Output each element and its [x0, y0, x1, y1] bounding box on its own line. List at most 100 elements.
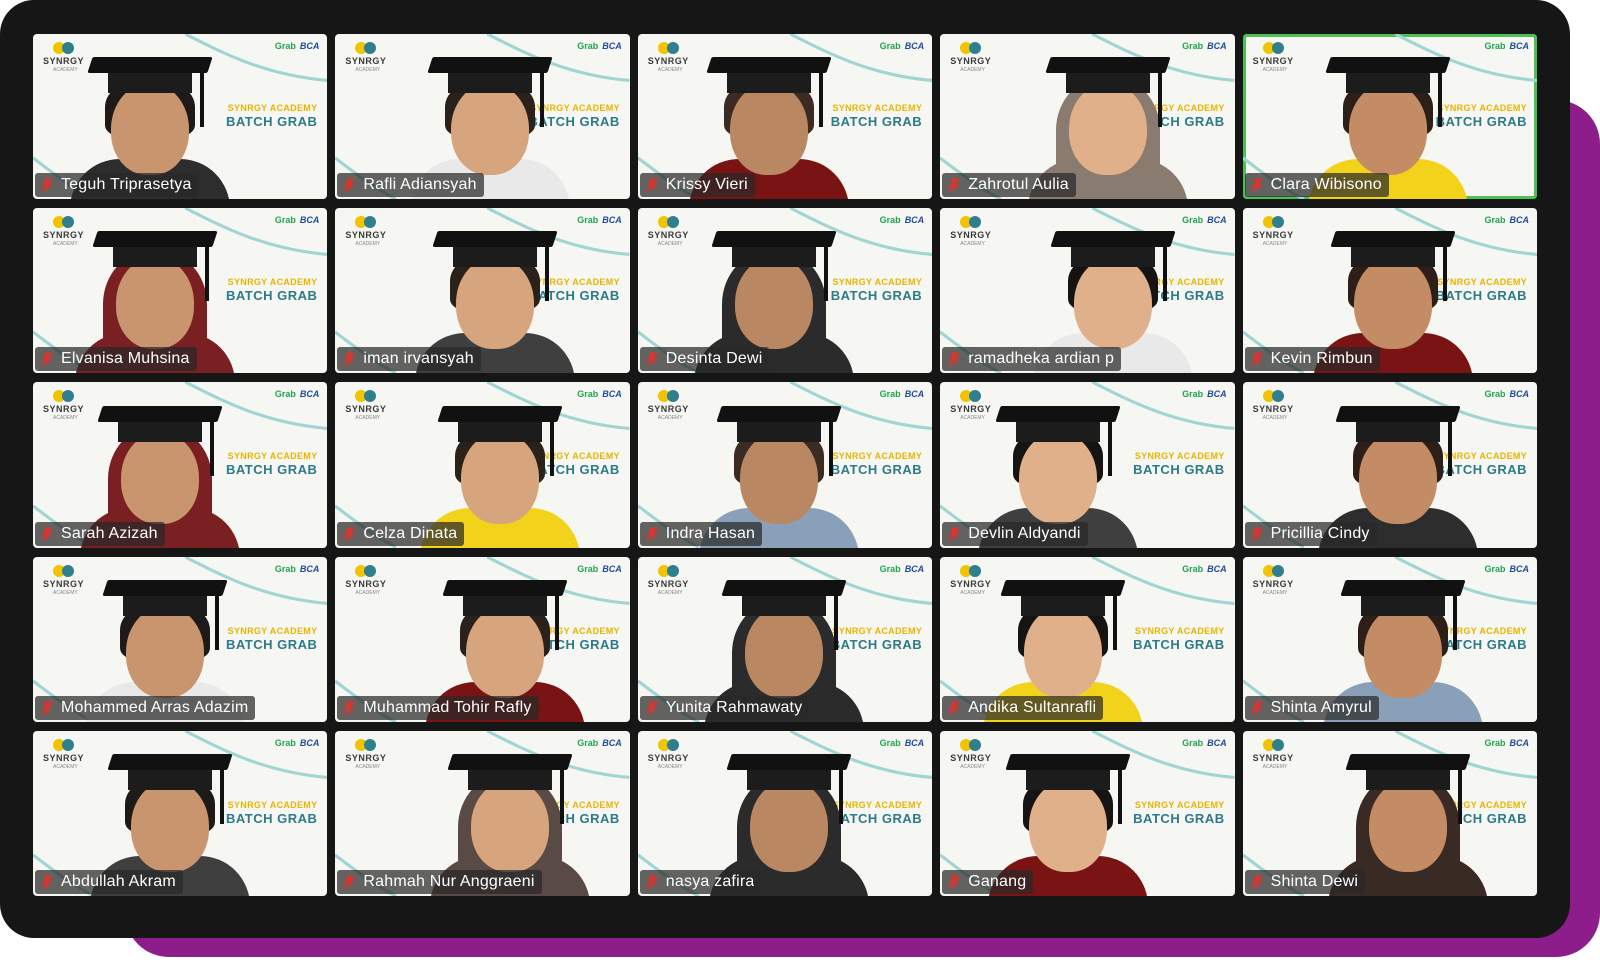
participant-tile[interactable]: SYNRGY ACADEMY Grab BCA SYNRGY ACADEMY BA… — [33, 34, 328, 200]
logo-text: SYNRGY — [1252, 578, 1294, 589]
participant-tile[interactable]: SYNRGY ACADEMY Grab BCA SYNRGY ACADEMY BA… — [33, 382, 328, 548]
participant-tile[interactable]: SYNRGY ACADEMY Grab BCA SYNRGY ACADEMY BA… — [335, 556, 630, 722]
participant-tile[interactable]: SYNRGY ACADEMY Grab BCA SYNRGY ACADEMY BA… — [335, 382, 630, 548]
graduation-cap-icon — [107, 753, 233, 770]
bca-logo: BCA — [1509, 389, 1529, 400]
graduation-cap-crown — [1071, 245, 1156, 268]
participant-tile[interactable]: SYNRGY ACADEMY Grab BCA SYNRGY ACADEMY BA… — [940, 34, 1235, 200]
participant-tile[interactable]: SYNRGY ACADEMY Grab BCA SYNRGY ACADEMY BA… — [1242, 556, 1537, 722]
graduation-cap-icon — [92, 231, 218, 248]
logo-text: SYNRGY — [647, 752, 689, 763]
graduation-cap-icon — [431, 231, 558, 248]
synrgy-logo: SYNRGY ACADEMY — [950, 216, 1010, 248]
logo-subtext: ACADEMY — [1262, 241, 1288, 248]
synrgy-logo-mark-icon — [657, 564, 680, 577]
batch-banner: SYNRGY ACADEMY BATCH GRAB — [225, 104, 318, 129]
sponsor-logos: Grab BCA — [577, 215, 622, 225]
participant-face — [111, 83, 190, 176]
graduation-cap-icon — [1325, 57, 1451, 74]
participant-tile[interactable]: SYNRGY ACADEMY Grab BCA SYNRGY ACADEMY BA… — [33, 730, 328, 896]
graduation-cap-icon — [995, 405, 1121, 422]
cap-tassel — [1452, 587, 1457, 650]
participant-face — [126, 605, 205, 698]
participant-name-tag: Pricillia Cindy — [1244, 521, 1377, 546]
graduation-cap-icon — [1345, 753, 1471, 770]
bca-logo: BCA — [1207, 215, 1227, 226]
graduation-cap-crown — [1345, 71, 1430, 94]
participant-tile[interactable]: SYNRGY ACADEMY Grab BCA SYNRGY ACADEMY BA… — [1242, 730, 1537, 896]
grab-logo: Grab — [879, 737, 901, 748]
participant-tile[interactable]: SYNRGY ACADEMY Grab BCA SYNRGY ACADEMY BA… — [33, 556, 328, 722]
participant-face — [450, 83, 529, 176]
grab-logo: Grab — [274, 389, 296, 400]
cap-tassel — [554, 587, 559, 650]
logo-subtext: ACADEMY — [53, 415, 78, 422]
participant-tile[interactable]: SYNRGY ACADEMY Grab BCA SYNRGY ACADEMY BA… — [940, 730, 1235, 896]
participant-name: Elvanisa Muhsina — [61, 350, 190, 368]
participant-face — [1024, 605, 1103, 698]
participant-name: Muhammad Tohir Rafly — [363, 698, 532, 716]
graduation-cap-icon — [441, 579, 568, 596]
participant-name-tag: iman irvansyah — [337, 347, 481, 372]
sponsor-logos: Grab BCA — [275, 738, 320, 748]
participant-tile[interactable]: SYNRGY ACADEMY Grab BCA SYNRGY ACADEMY BA… — [637, 208, 933, 374]
graduation-cap-crown — [118, 419, 203, 442]
synrgy-logo: SYNRGY ACADEMY — [950, 42, 1010, 73]
bca-logo: BCA — [904, 215, 925, 226]
graduation-cap-crown — [1026, 767, 1111, 790]
participant-face — [749, 779, 828, 872]
participant-name-tag: Rahmah Nur Anggraeni — [337, 869, 542, 894]
logo-text: SYNRGY — [345, 56, 387, 66]
synrgy-logo-mark-icon — [1262, 564, 1285, 577]
banner-line-2: BATCH GRAB — [225, 114, 318, 129]
participant-name-tag: Indra Hasan — [639, 521, 763, 546]
logo-subtext: ACADEMY — [960, 241, 985, 248]
mic-muted-icon — [40, 352, 54, 367]
participant-tile[interactable]: SYNRGY ACADEMY Grab BCA SYNRGY ACADEMY BA… — [637, 730, 933, 896]
participant-tile[interactable]: SYNRGY ACADEMY Grab BCA SYNRGY ACADEMY BA… — [637, 34, 933, 200]
participant-tile[interactable]: SYNRGY ACADEMY Grab BCA SYNRGY ACADEMY BA… — [940, 208, 1235, 374]
logo-subtext: ACADEMY — [53, 589, 78, 596]
logo-subtext: ACADEMY — [657, 67, 683, 73]
cap-tassel — [818, 65, 823, 128]
cap-tassel — [1447, 413, 1452, 476]
synrgy-logo: SYNRGY ACADEMY — [345, 216, 405, 247]
synrgy-logo-mark-icon — [657, 738, 680, 751]
sponsor-logos: Grab BCA — [275, 215, 320, 225]
participant-tile[interactable]: SYNRGY ACADEMY Grab BCA SYNRGY ACADEMY BA… — [940, 556, 1235, 722]
graduation-cap-crown — [736, 419, 821, 442]
participant-tile[interactable]: SYNRGY ACADEMY Grab BCA SYNRGY ACADEMY BA… — [33, 208, 328, 374]
participant-name: Andika Sultanrafli — [968, 698, 1097, 716]
participant-tile[interactable]: SYNRGY ACADEMY Grab BCA SYNRGY ACADEMY BA… — [637, 556, 933, 722]
participant-name-tag: Krissy Vieri — [639, 173, 755, 198]
participant-face — [1348, 83, 1427, 176]
participant-name-tag: Shinta Dewi — [1244, 869, 1366, 894]
bca-logo: BCA — [1207, 737, 1227, 748]
bca-logo: BCA — [1509, 563, 1529, 574]
logo-text: SYNRGY — [647, 578, 689, 589]
synrgy-logo: SYNRGY ACADEMY — [647, 738, 708, 770]
participant-tile[interactable]: SYNRGY ACADEMY Grab BCA SYNRGY ACADEMY BA… — [637, 382, 933, 548]
participant-face — [729, 83, 808, 176]
participant-tile[interactable]: SYNRGY ACADEMY Grab BCA SYNRGY ACADEMY BA… — [940, 382, 1235, 548]
participant-face — [116, 257, 195, 350]
bca-logo: BCA — [602, 737, 622, 748]
participant-tile[interactable]: SYNRGY ACADEMY Grab BCA SYNRGY ACADEMY BA… — [1242, 34, 1537, 200]
participant-tile[interactable]: SYNRGY ACADEMY Grab BCA SYNRGY ACADEMY BA… — [1242, 208, 1537, 374]
graduation-cap-crown — [452, 245, 537, 268]
participant-tile[interactable]: SYNRGY ACADEMY Grab BCA SYNRGY ACADEMY BA… — [335, 208, 630, 374]
sponsor-logos: Grab BCA — [1182, 389, 1227, 399]
participant-tile[interactable]: SYNRGY ACADEMY Grab BCA SYNRGY ACADEMY BA… — [1242, 382, 1537, 548]
participant-tile[interactable]: SYNRGY ACADEMY Grab BCA SYNRGY ACADEMY BA… — [335, 730, 630, 896]
sponsor-logos: Grab BCA — [1484, 564, 1529, 574]
bca-logo: BCA — [299, 389, 320, 400]
graduation-cap-crown — [731, 245, 816, 268]
participant-name-tag: Sarah Azizah — [35, 521, 165, 546]
participant-tile[interactable]: SYNRGY ACADEMY Grab BCA SYNRGY ACADEMY BA… — [335, 34, 630, 200]
graduation-cap-crown — [128, 767, 213, 790]
bca-logo: BCA — [904, 737, 925, 748]
participant-name: Celza Dinata — [363, 524, 458, 542]
participant-name-tag: Shinta Amyrul — [1244, 695, 1379, 720]
sponsor-logos: Grab BCA — [880, 215, 925, 225]
participant-name-tag: nasya zafira — [639, 869, 762, 894]
